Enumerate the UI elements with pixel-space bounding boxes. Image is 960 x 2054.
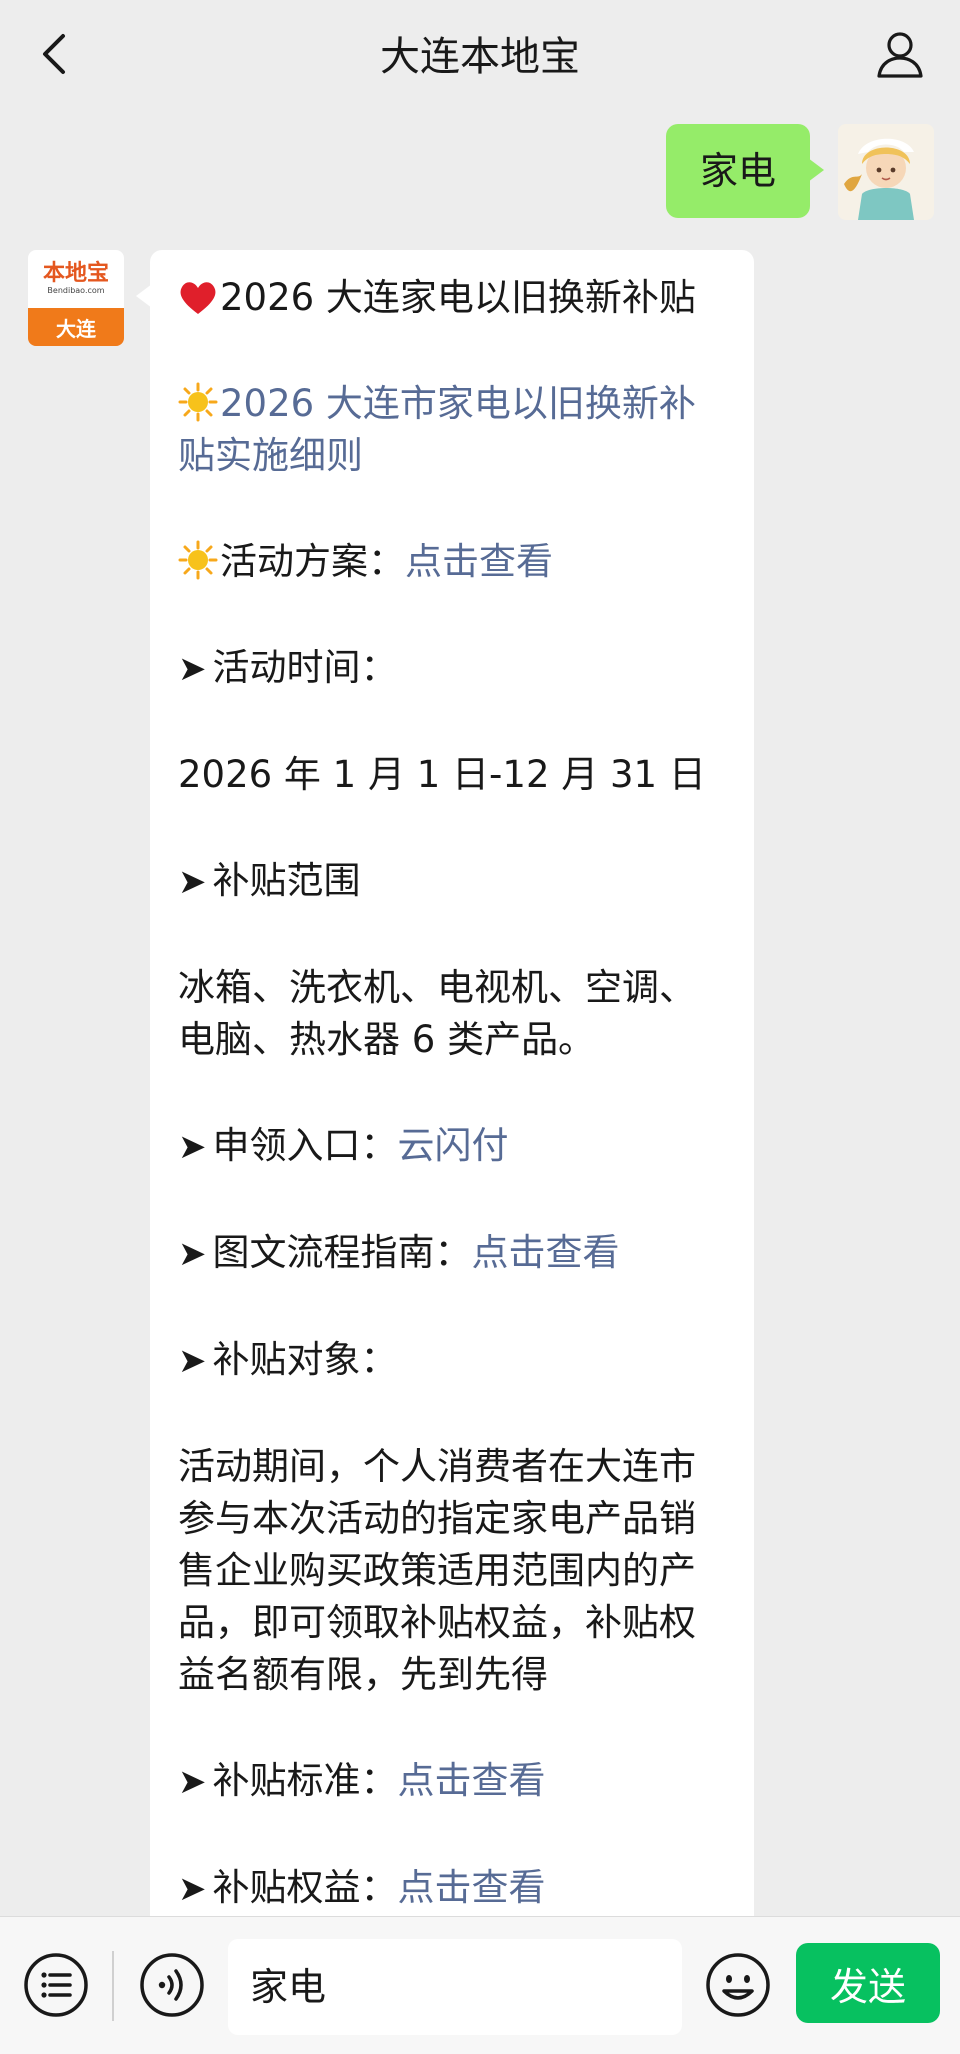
scope-value: 冰箱、洗衣机、电视机、空调、电脑、热水器 6 类产品。 (178, 966, 696, 1061)
guide-link[interactable]: 点击查看 (472, 1231, 620, 1274)
arrow-right-icon: ➤ (178, 649, 207, 689)
entry-line: ➤ 申领入口：云闪付 (178, 1120, 726, 1173)
standard-label: 补贴标准： (212, 1759, 398, 1802)
bot-avatar-city: 大连 (28, 308, 124, 346)
bot-logo-sub: Bendibao.com (47, 286, 105, 295)
target-label: 补贴对象： (212, 1338, 398, 1381)
entry-link[interactable]: 云闪付 (398, 1124, 509, 1167)
arrow-right-icon: ➤ (178, 1762, 207, 1802)
message-input[interactable]: 家电 (228, 1939, 682, 2035)
reply-heading-text: 2026 大连家电以旧换新补贴 (220, 276, 696, 319)
sun-icon (178, 540, 218, 580)
user-avatar-illustration (838, 124, 934, 220)
standard-link[interactable]: 点击查看 (398, 1759, 546, 1802)
arrow-right-icon: ➤ (178, 1869, 207, 1909)
chat-area[interactable]: 家电 本地宝 Bendibao.com 大连 2026 大连家电以旧换新补贴 2… (0, 106, 960, 1916)
plan-link[interactable]: 点击查看 (405, 540, 553, 583)
plan-label: 活动方案： (220, 540, 405, 583)
entry-label: 申领入口： (212, 1124, 398, 1167)
sun-icon (178, 382, 218, 422)
send-button[interactable]: 发送 (796, 1943, 940, 2023)
user-avatar[interactable] (838, 124, 934, 220)
arrow-right-icon: ➤ (178, 1341, 207, 1381)
person-icon (877, 32, 923, 78)
red-heart-icon (180, 282, 216, 314)
target-label-line: ➤ 补贴对象： (178, 1334, 726, 1387)
time-label: 活动时间： (212, 646, 398, 689)
reply-rules-link-line: 2026 大连市家电以旧换新补贴实施细则 (178, 378, 726, 482)
time-label-line: ➤ 活动时间： (178, 642, 726, 695)
time-value: 2026 年 1 月 1 日-12 月 31 日 (178, 753, 706, 796)
rules-link[interactable]: 2026 大连市家电以旧换新补贴实施细则 (178, 382, 696, 477)
top-bar: 大连本地宝 (0, 0, 960, 106)
guide-line: ➤ 图文流程指南：点击查看 (178, 1227, 726, 1280)
voice-icon (140, 1953, 204, 2017)
smiley-icon (706, 1953, 770, 2017)
guide-label: 图文流程指南： (212, 1231, 472, 1274)
bot-avatar-logo: 本地宝 Bendibao.com (28, 250, 124, 308)
back-button[interactable] (26, 26, 82, 82)
scope-label-line: ➤ 补贴范围 (178, 855, 726, 908)
menu-button[interactable] (22, 1951, 90, 2019)
arrow-right-icon: ➤ (178, 862, 207, 902)
chevron-left-icon (43, 34, 65, 74)
outgoing-message-text: 家电 (699, 149, 776, 193)
list-menu-icon (24, 1953, 88, 2017)
plan-line: 活动方案：点击查看 (178, 536, 726, 588)
target-value: 活动期间，个人消费者在大连市参与本次活动的指定家电产品销售企业购买政策适用范围内… (178, 1445, 696, 1696)
bar-divider (112, 1951, 114, 2021)
benefit-label: 补贴权益： (212, 1866, 398, 1909)
standard-line: ➤ 补贴标准：点击查看 (178, 1755, 726, 1808)
bot-avatar[interactable]: 本地宝 Bendibao.com 大连 (28, 250, 124, 346)
input-bar: 家电 发送 (0, 1916, 960, 2054)
benefit-link[interactable]: 点击查看 (398, 1866, 546, 1909)
scope-label: 补贴范围 (212, 859, 361, 902)
arrow-right-icon: ➤ (178, 1127, 207, 1167)
outgoing-message-row: 家电 (665, 124, 934, 220)
emoji-button[interactable] (704, 1951, 772, 2019)
bot-logo-text: 本地宝 (42, 261, 109, 286)
voice-button[interactable] (138, 1951, 206, 2019)
incoming-message-bubble: 2026 大连家电以旧换新补贴 2026 大连市家电以旧换新补贴实施细则 活动方… (136, 250, 754, 1916)
arrow-right-icon: ➤ (178, 1234, 207, 1274)
reply-heading: 2026 大连家电以旧换新补贴 (178, 272, 726, 324)
incoming-message-row: 本地宝 Bendibao.com 大连 2026 大连家电以旧换新补贴 2026… (28, 250, 754, 1916)
benefit-line: ➤ 补贴权益：点击查看 (178, 1862, 726, 1915)
outgoing-message-bubble[interactable]: 家电 (665, 124, 825, 218)
chat-title: 大连本地宝 (380, 34, 580, 80)
profile-button[interactable] (870, 24, 930, 84)
